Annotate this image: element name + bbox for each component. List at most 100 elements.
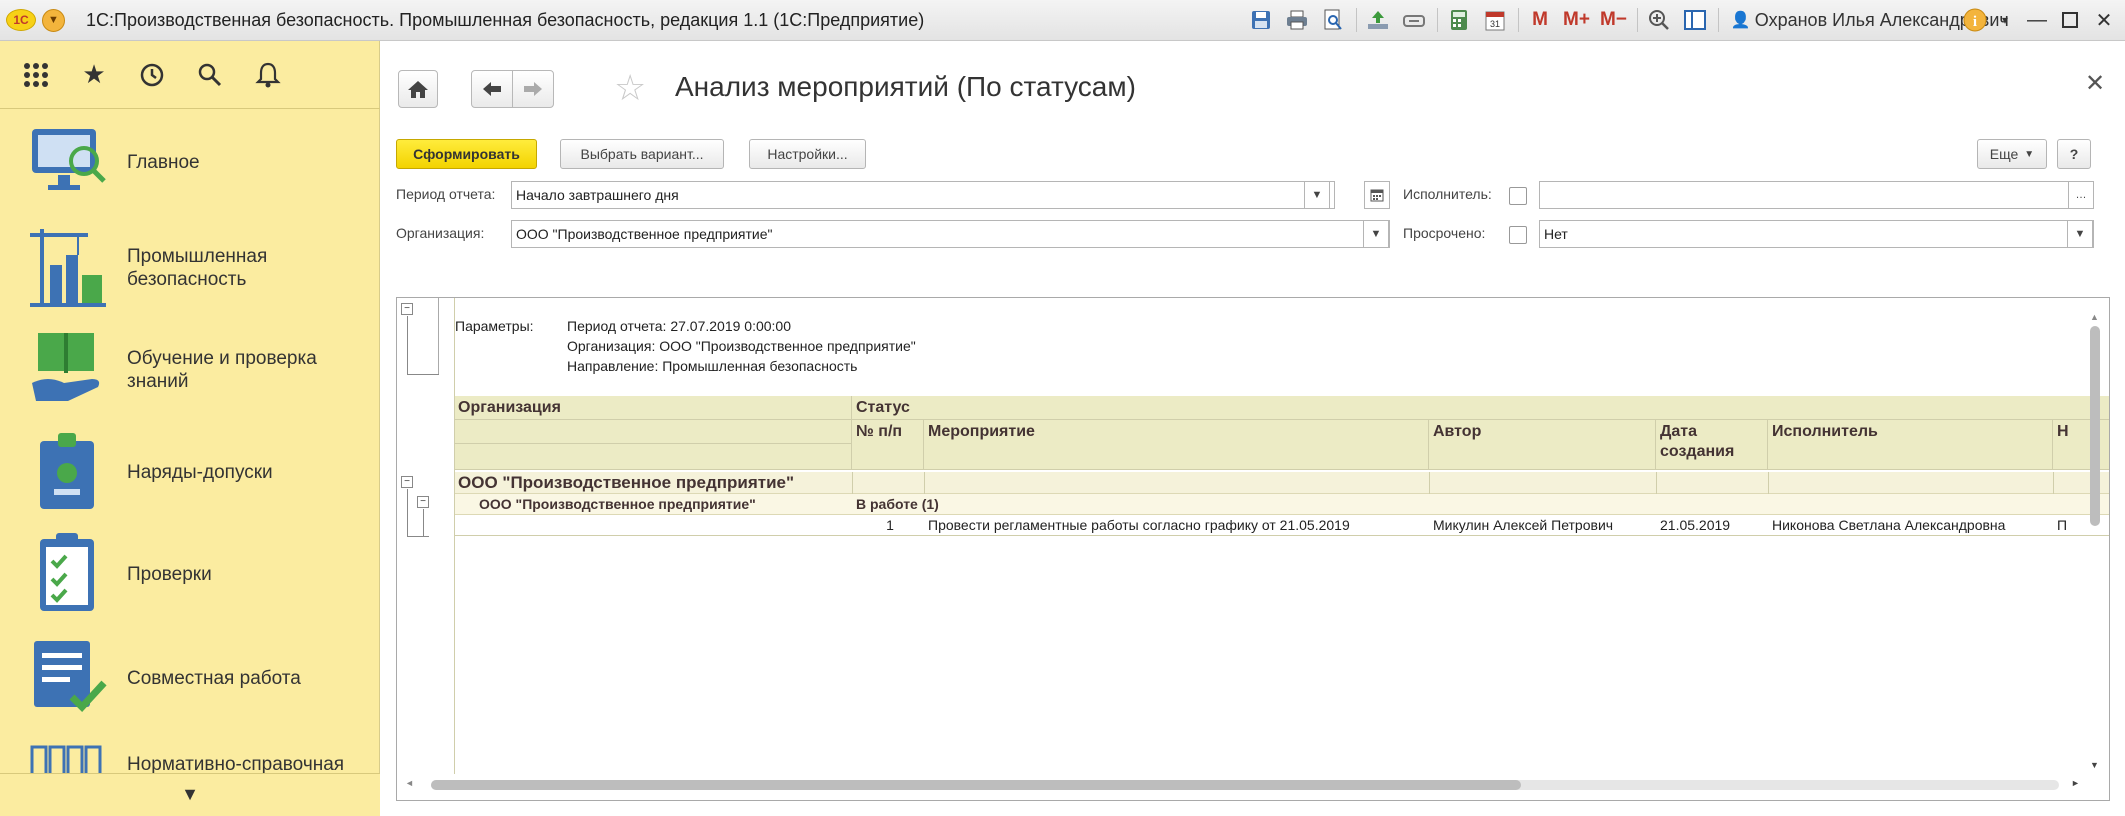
minimize-icon[interactable]: — — [2022, 4, 2052, 36]
sidebar-item-inspections[interactable]: Проверки — [0, 527, 380, 627]
organization-value: ООО "Производственное предприятие" — [516, 226, 773, 242]
memory-add-button[interactable]: M+ — [1563, 6, 1590, 34]
overdue-field[interactable]: Нет ▼ — [1539, 220, 2094, 248]
sidebar-item-label: Проверки — [127, 564, 212, 585]
print-preview-icon[interactable] — [1320, 6, 1346, 34]
forward-button[interactable] — [512, 70, 554, 108]
info-dropdown-icon[interactable]: ▾ — [1990, 4, 2020, 36]
toolbar-separator — [1636, 8, 1638, 32]
close-window-icon[interactable]: ✕ — [2089, 4, 2119, 36]
favorite-star-icon[interactable]: ☆ — [614, 67, 646, 109]
close-form-icon[interactable]: ✕ — [2085, 69, 2105, 98]
document-check-icon — [28, 635, 110, 719]
upload-icon[interactable] — [1365, 6, 1391, 34]
link-icon[interactable] — [1401, 6, 1427, 34]
organization-dropdown-icon[interactable]: ▼ — [1363, 221, 1389, 247]
row-extra: П — [2057, 517, 2068, 533]
subgroup-status-cell: В работе (1) — [856, 496, 939, 512]
period-dropdown-icon[interactable]: ▼ — [1304, 182, 1330, 208]
scroll-left-icon[interactable]: ◄ — [405, 778, 414, 788]
sidebar-item-collaboration[interactable]: Совместная работа — [0, 631, 380, 731]
svg-text:i: i — [1973, 14, 1977, 30]
organization-field[interactable]: ООО "Производственное предприятие" ▼ — [511, 220, 1390, 248]
scroll-right-icon[interactable]: ► — [2071, 778, 2080, 788]
save-icon[interactable] — [1248, 6, 1274, 34]
horizontal-scroll-thumb[interactable] — [431, 780, 1521, 790]
collapse-group-icon[interactable]: − — [401, 476, 413, 488]
sidebar-item-label: Промышленная безопасность — [127, 246, 268, 290]
notifications-bell-icon[interactable] — [250, 57, 286, 93]
header-col-author: Автор — [1429, 420, 1656, 470]
zoom-icon[interactable] — [1646, 6, 1672, 34]
overdue-value: Нет — [1544, 226, 1568, 242]
maximize-icon[interactable] — [2055, 4, 2085, 36]
memory-store-button[interactable]: M — [1527, 6, 1553, 34]
param-organization: Организация: ООО "Производственное предп… — [567, 338, 916, 354]
report-spreadsheet[interactable]: − Параметры: Период отчета: 27.07.2019 0… — [396, 297, 2110, 801]
choose-variant-button[interactable]: Выбрать вариант... — [560, 139, 724, 169]
factory-crane-icon — [28, 225, 110, 309]
more-button[interactable]: Еще ▼ — [1977, 139, 2047, 169]
calculator-icon[interactable] — [1446, 6, 1472, 34]
back-button[interactable] — [471, 70, 513, 108]
sidebar-item-label: Главное — [127, 152, 200, 173]
collapse-params-icon[interactable]: − — [401, 303, 413, 315]
help-button[interactable]: ? — [2057, 139, 2091, 169]
search-icon[interactable] — [192, 57, 228, 93]
horizontal-scrollbar[interactable]: ◄ ► — [405, 778, 2081, 792]
overdue-label: Просрочено: — [1403, 225, 1486, 241]
reference-books-icon — [28, 741, 110, 773]
print-icon[interactable] — [1284, 6, 1310, 34]
sidebar-item-work-permits[interactable]: Наряды-допуски — [0, 425, 380, 525]
calendar-icon[interactable]: 31 — [1482, 6, 1508, 34]
overdue-dropdown-icon[interactable]: ▼ — [2067, 221, 2093, 247]
monitor-search-icon — [28, 119, 110, 203]
header-col-date: Дата создания — [1656, 420, 1768, 470]
sidebar-item-label: Нормативно-справочная — [127, 754, 345, 773]
vertical-scrollbar[interactable]: ▲ ▼ — [2089, 312, 2101, 774]
history-icon[interactable] — [134, 57, 170, 93]
vertical-scroll-thumb[interactable] — [2090, 326, 2100, 526]
row-author: Микулин Алексей Петрович — [1433, 517, 1614, 533]
panels-icon[interactable] — [1682, 6, 1708, 34]
home-button[interactable] — [398, 70, 438, 108]
scroll-down-icon[interactable]: ▼ — [2090, 760, 2099, 770]
sections-panel: ★ Главное Промышленная безопасность Обуч… — [0, 41, 380, 816]
generate-button[interactable]: Сформировать — [396, 139, 537, 169]
period-calendar-icon[interactable] — [1364, 181, 1390, 209]
sidebar-item-main[interactable]: Главное — [0, 115, 380, 215]
sidebar-item-reference[interactable]: Нормативно-справочная — [0, 733, 380, 773]
permit-badge-icon — [28, 429, 110, 513]
executor-checkbox[interactable] — [1509, 187, 1527, 205]
sidebar-item-industrial-safety[interactable]: Промышленная безопасность — [0, 221, 380, 321]
apps-grid-icon[interactable] — [18, 57, 54, 93]
row-event: Провести регламентные работы согласно гр… — [928, 517, 1350, 533]
clipboard-checklist-icon — [28, 531, 110, 615]
gutter-divider — [454, 298, 455, 774]
app-logo: 1С — [6, 9, 36, 31]
overdue-checkbox[interactable] — [1509, 226, 1527, 244]
memory-subtract-button[interactable]: M− — [1600, 6, 1627, 34]
scroll-up-icon[interactable]: ▲ — [2090, 312, 2099, 322]
param-direction: Направление: Промышленная безопасность — [567, 358, 858, 374]
header-col-extra: Н — [2053, 420, 2109, 470]
settings-button[interactable]: Настройки... — [749, 139, 866, 169]
params-label: Параметры: — [455, 318, 534, 334]
svg-text:31: 31 — [1490, 19, 1500, 29]
info-icon[interactable]: i — [1960, 4, 1990, 36]
sidebar-item-label: Обучение и проверка знаний — [127, 348, 317, 392]
executor-field[interactable] — [1539, 181, 2069, 209]
header-organization-blank — [454, 444, 852, 470]
home-icon — [408, 81, 428, 98]
favorites-star-icon[interactable]: ★ — [76, 57, 112, 93]
toolbar-separator — [1518, 8, 1519, 32]
executor-select-button[interactable]: … — [2068, 181, 2094, 209]
sidebar-top-toolbar: ★ — [0, 41, 380, 109]
sidebar-item-training[interactable]: Обучение и проверка знаний — [0, 323, 380, 423]
chevron-down-icon: ▼ — [2024, 148, 2035, 160]
collapse-subgroup-icon[interactable]: − — [417, 496, 429, 508]
sidebar-scroll-down-icon[interactable]: ▼ — [0, 773, 380, 816]
main-menu-button[interactable]: ▼ — [42, 9, 65, 32]
period-field[interactable]: Начало завтрашнего дня ▼ — [511, 181, 1335, 209]
page-title: Анализ мероприятий (По статусам) — [675, 71, 1136, 102]
